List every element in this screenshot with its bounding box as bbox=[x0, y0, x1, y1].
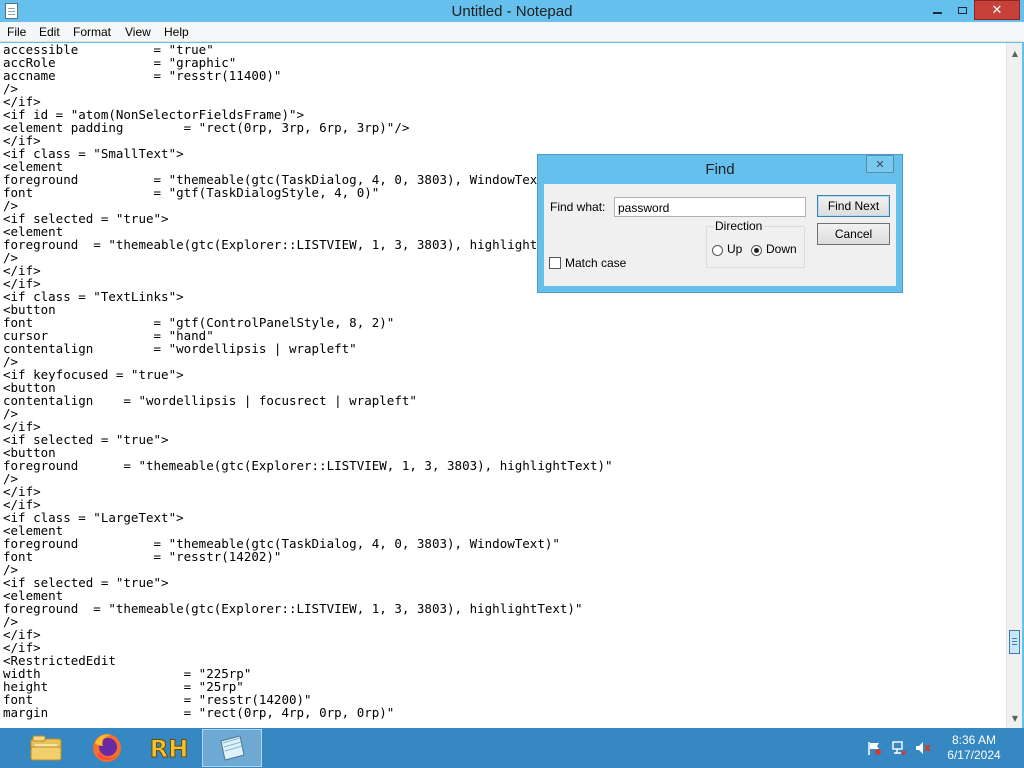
taskbar-file-explorer[interactable] bbox=[17, 729, 75, 767]
scroll-down-arrow-icon[interactable]: ▼ bbox=[1007, 710, 1023, 726]
rh-icon: RH bbox=[151, 733, 187, 763]
cancel-button[interactable]: Cancel bbox=[817, 223, 890, 245]
vertical-scrollbar[interactable]: ▲ ▼ bbox=[1006, 43, 1022, 728]
scroll-up-arrow-icon[interactable]: ▲ bbox=[1007, 45, 1023, 61]
find-next-button[interactable]: Find Next bbox=[817, 195, 890, 217]
minimize-button[interactable] bbox=[925, 0, 950, 20]
title-bar[interactable]: Untitled - Notepad ✕ bbox=[0, 0, 1024, 22]
direction-group: Direction Up Down bbox=[706, 219, 805, 268]
direction-down-radio[interactable] bbox=[751, 245, 762, 256]
rh-text: RH bbox=[151, 735, 187, 763]
folder-icon bbox=[30, 735, 62, 761]
taskbar-resource-hacker[interactable]: RH bbox=[140, 729, 198, 767]
menu-format[interactable]: Format bbox=[73, 25, 111, 39]
match-case-label[interactable]: Match case bbox=[565, 256, 626, 270]
match-case-checkbox[interactable] bbox=[549, 257, 561, 269]
find-dialog: Find ✕ Find what: password Find Next Can… bbox=[537, 154, 903, 293]
find-dialog-title: Find bbox=[705, 161, 735, 178]
find-what-input[interactable]: password bbox=[614, 197, 806, 217]
network-icon[interactable] bbox=[891, 741, 907, 755]
find-dialog-body: Find what: password Find Next Cancel Dir… bbox=[544, 184, 896, 286]
editor-text[interactable]: accessible = "true" accRole = "graphic" … bbox=[0, 43, 1006, 719]
close-button[interactable]: ✕ bbox=[974, 0, 1020, 20]
system-clock[interactable]: 8:36 AM 6/17/2024 bbox=[930, 733, 1018, 763]
notepad-window: Untitled - Notepad ✕ File Edit Format Vi… bbox=[0, 0, 1024, 728]
menu-bar: File Edit Format View Help bbox=[0, 22, 1024, 42]
direction-label: Direction bbox=[713, 219, 765, 233]
find-what-label: Find what: bbox=[550, 200, 606, 214]
menu-file[interactable]: File bbox=[7, 25, 26, 39]
menu-help[interactable]: Help bbox=[164, 25, 189, 39]
direction-up-radio[interactable] bbox=[712, 245, 723, 256]
firefox-icon bbox=[93, 734, 121, 762]
menu-view[interactable]: View bbox=[125, 25, 151, 39]
clock-date: 6/17/2024 bbox=[947, 748, 1001, 762]
scrollbar-thumb[interactable] bbox=[1009, 630, 1020, 654]
direction-down-label[interactable]: Down bbox=[766, 242, 797, 256]
minimize-icon bbox=[933, 12, 942, 14]
close-icon: ✕ bbox=[875, 157, 885, 171]
taskbar: RH 8:36 AM 6/17/2024 bbox=[0, 728, 1024, 768]
taskbar-notepad[interactable] bbox=[202, 729, 262, 767]
text-editor[interactable]: accessible = "true" accRole = "graphic" … bbox=[0, 43, 1006, 728]
menu-edit[interactable]: Edit bbox=[39, 25, 60, 39]
restore-button[interactable] bbox=[950, 0, 974, 20]
clock-time: 8:36 AM bbox=[951, 733, 997, 747]
close-icon: ✕ bbox=[991, 2, 1003, 18]
taskbar-firefox[interactable] bbox=[78, 729, 136, 767]
notepad-icon bbox=[220, 735, 245, 761]
action-center-flag-icon[interactable] bbox=[866, 741, 882, 755]
restore-icon bbox=[957, 6, 967, 14]
find-close-button[interactable]: ✕ bbox=[866, 155, 894, 173]
volume-muted-icon[interactable] bbox=[915, 741, 931, 755]
window-title: Untitled - Notepad bbox=[451, 3, 573, 20]
direction-up-label[interactable]: Up bbox=[727, 242, 742, 256]
